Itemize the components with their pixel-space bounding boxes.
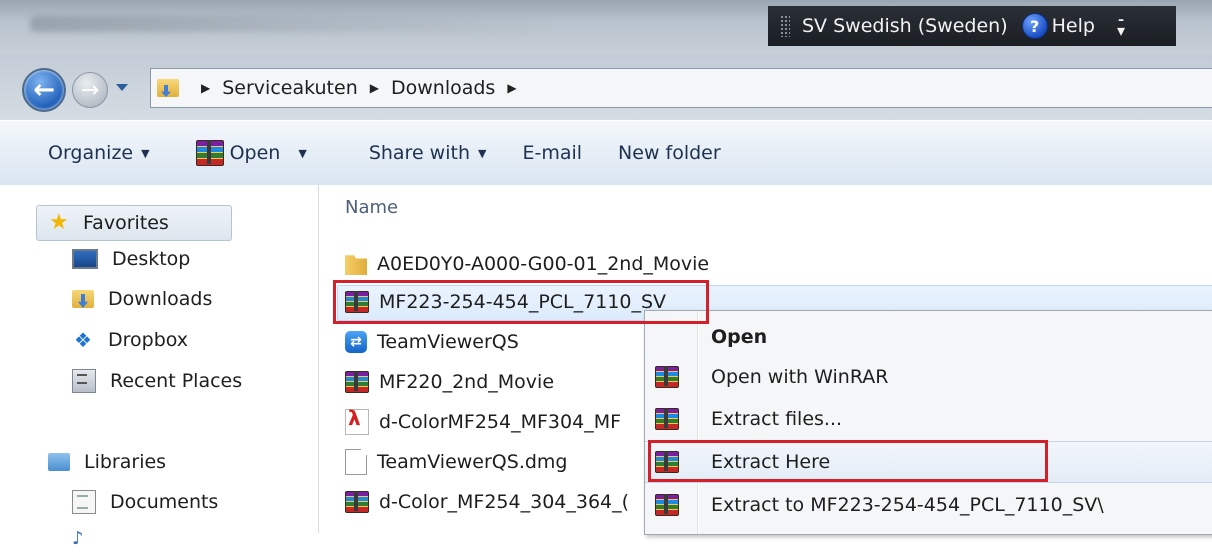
menu-item-extract-to[interactable]: Extract to MF223-254-454_PCL_7110_SV\	[645, 485, 1212, 525]
file-name: MF223-254-454_PCL_7110_SV	[379, 291, 667, 313]
chevron-down-icon[interactable]: ▼	[298, 147, 306, 160]
organize-button[interactable]: Organize ▼	[48, 142, 150, 164]
folder-icon	[345, 255, 367, 275]
share-with-button[interactable]: Share with ▼	[369, 142, 487, 164]
document-icon	[345, 449, 367, 475]
file-row[interactable]: TeamViewerQS.dmg	[345, 445, 568, 479]
help-button[interactable]: Help	[1052, 15, 1095, 37]
recent-places-icon	[72, 369, 96, 393]
back-button[interactable]: ←	[22, 68, 66, 112]
winrar-icon	[655, 366, 679, 388]
help-icon[interactable]: ?	[1021, 13, 1048, 39]
email-button[interactable]: E-mail	[522, 142, 582, 164]
sidebar-item-label: Favorites	[83, 212, 169, 234]
title-bar: SV Swedish (Sweden) ? Help ⁃ ▾	[0, 0, 1212, 54]
sidebar-item-label: Documents	[110, 491, 219, 513]
forward-button[interactable]: →	[72, 72, 108, 108]
navigation-bar: ← → ▶ Serviceakuten ▶ Downloads ▶	[0, 54, 1212, 120]
file-name: TeamViewerQS	[377, 331, 519, 353]
open-label: Open	[229, 142, 281, 164]
organize-label: Organize	[48, 142, 134, 164]
sidebar-item-label: Recent Places	[110, 370, 243, 392]
context-menu: Open Open with WinRAR Extract files... E…	[644, 310, 1212, 535]
star-icon: ★	[49, 210, 69, 235]
address-bar[interactable]: ▶ Serviceakuten ▶ Downloads ▶	[150, 68, 1212, 108]
language-indicator[interactable]: SV Swedish (Sweden)	[802, 15, 1008, 37]
language-bar-options-icon[interactable]: ⁃ ▾	[1117, 13, 1125, 39]
menu-item-label: Open	[711, 326, 768, 348]
new-folder-button[interactable]: New folder	[618, 142, 721, 164]
menu-item-open[interactable]: Open	[645, 317, 1212, 357]
documents-icon	[72, 490, 96, 514]
file-name: d-Color_MF254_304_364_(	[379, 491, 630, 513]
breadcrumb-serviceakuten[interactable]: Serviceakuten	[222, 77, 358, 99]
winrar-icon	[655, 451, 679, 473]
file-row[interactable]: A0ED0Y0-A000-G00-01_2nd_Movie	[345, 247, 709, 281]
email-label: E-mail	[522, 142, 583, 164]
file-row[interactable]: d-ColorMF254_MF304_MF	[345, 405, 621, 439]
sidebar-item-label: Dropbox	[108, 329, 189, 351]
command-toolbar: Organize ▼ Open ▼ Share with ▼ E-mail Ne…	[0, 120, 1212, 186]
file-name: TeamViewerQS.dmg	[377, 451, 568, 473]
breadcrumb-separator-icon[interactable]: ▶	[201, 81, 210, 95]
forward-arrow-icon: →	[80, 77, 100, 103]
new-folder-label: New folder	[618, 142, 721, 164]
downloads-folder-icon	[72, 290, 94, 308]
sidebar-item-label: Downloads	[108, 288, 213, 310]
pdf-icon	[345, 408, 369, 435]
winrar-icon	[195, 140, 224, 166]
breadcrumb-separator-icon[interactable]: ▶	[507, 81, 516, 95]
chevron-down-icon: ▼	[478, 146, 487, 160]
blurred-menu-bar	[30, 16, 550, 32]
downloads-folder-icon	[157, 79, 179, 97]
teamviewer-icon: ⇄	[345, 331, 367, 353]
chevron-down-icon: ▼	[141, 146, 150, 160]
file-row[interactable]: MF220_2nd_Movie	[345, 365, 554, 399]
winrar-icon	[655, 494, 679, 516]
column-header-name[interactable]: Name	[345, 197, 398, 218]
breadcrumb-downloads[interactable]: Downloads	[391, 77, 495, 99]
desktop-icon	[72, 249, 98, 269]
breadcrumb-separator-icon[interactable]: ▶	[370, 81, 379, 95]
file-row[interactable]: d-Color_MF254_304_364_(	[345, 485, 629, 519]
file-name: d-ColorMF254_MF304_MF	[379, 411, 622, 433]
menu-item-extract-here[interactable]: Extract Here	[645, 441, 1212, 483]
file-row-selected[interactable]: MF223-254-454_PCL_7110_SV	[345, 285, 666, 319]
menu-item-label: Open with WinRAR	[711, 366, 889, 388]
grip-handle-icon[interactable]	[780, 15, 790, 37]
winrar-icon	[345, 491, 369, 513]
dropbox-icon: ❖	[74, 328, 92, 352]
menu-item-label: Extract files...	[711, 408, 843, 430]
navigation-pane: ★ Favorites Desktop Downloads ❖ Dropbox …	[0, 185, 319, 548]
file-name: MF220_2nd_Movie	[379, 371, 555, 393]
sidebar-item-favorites[interactable]: ★ Favorites	[36, 205, 232, 241]
winrar-icon	[345, 371, 369, 393]
sidebar-item-label: Libraries	[84, 451, 167, 473]
menu-item-open-with-winrar[interactable]: Open with WinRAR	[645, 357, 1212, 397]
winrar-icon	[655, 408, 679, 430]
sidebar-item-label: Desktop	[112, 248, 191, 270]
back-arrow-icon: ←	[33, 75, 55, 105]
file-row[interactable]: ⇄ TeamViewerQS	[345, 325, 519, 359]
language-bar[interactable]: SV Swedish (Sweden) ? Help ⁃ ▾	[768, 6, 1176, 46]
share-with-label: Share with	[368, 142, 470, 164]
menu-item-label: Extract Here	[711, 451, 831, 473]
libraries-icon	[48, 453, 70, 471]
open-button[interactable]: Open ▼	[195, 140, 307, 166]
recent-pages-dropdown-icon[interactable]	[116, 84, 128, 91]
menu-item-label: Extract to MF223-254-454_PCL_7110_SV\	[711, 494, 1104, 516]
file-name: A0ED0Y0-A000-G00-01_2nd_Movie	[377, 253, 710, 275]
winrar-icon	[345, 291, 369, 313]
menu-item-extract-files[interactable]: Extract files...	[645, 399, 1212, 439]
